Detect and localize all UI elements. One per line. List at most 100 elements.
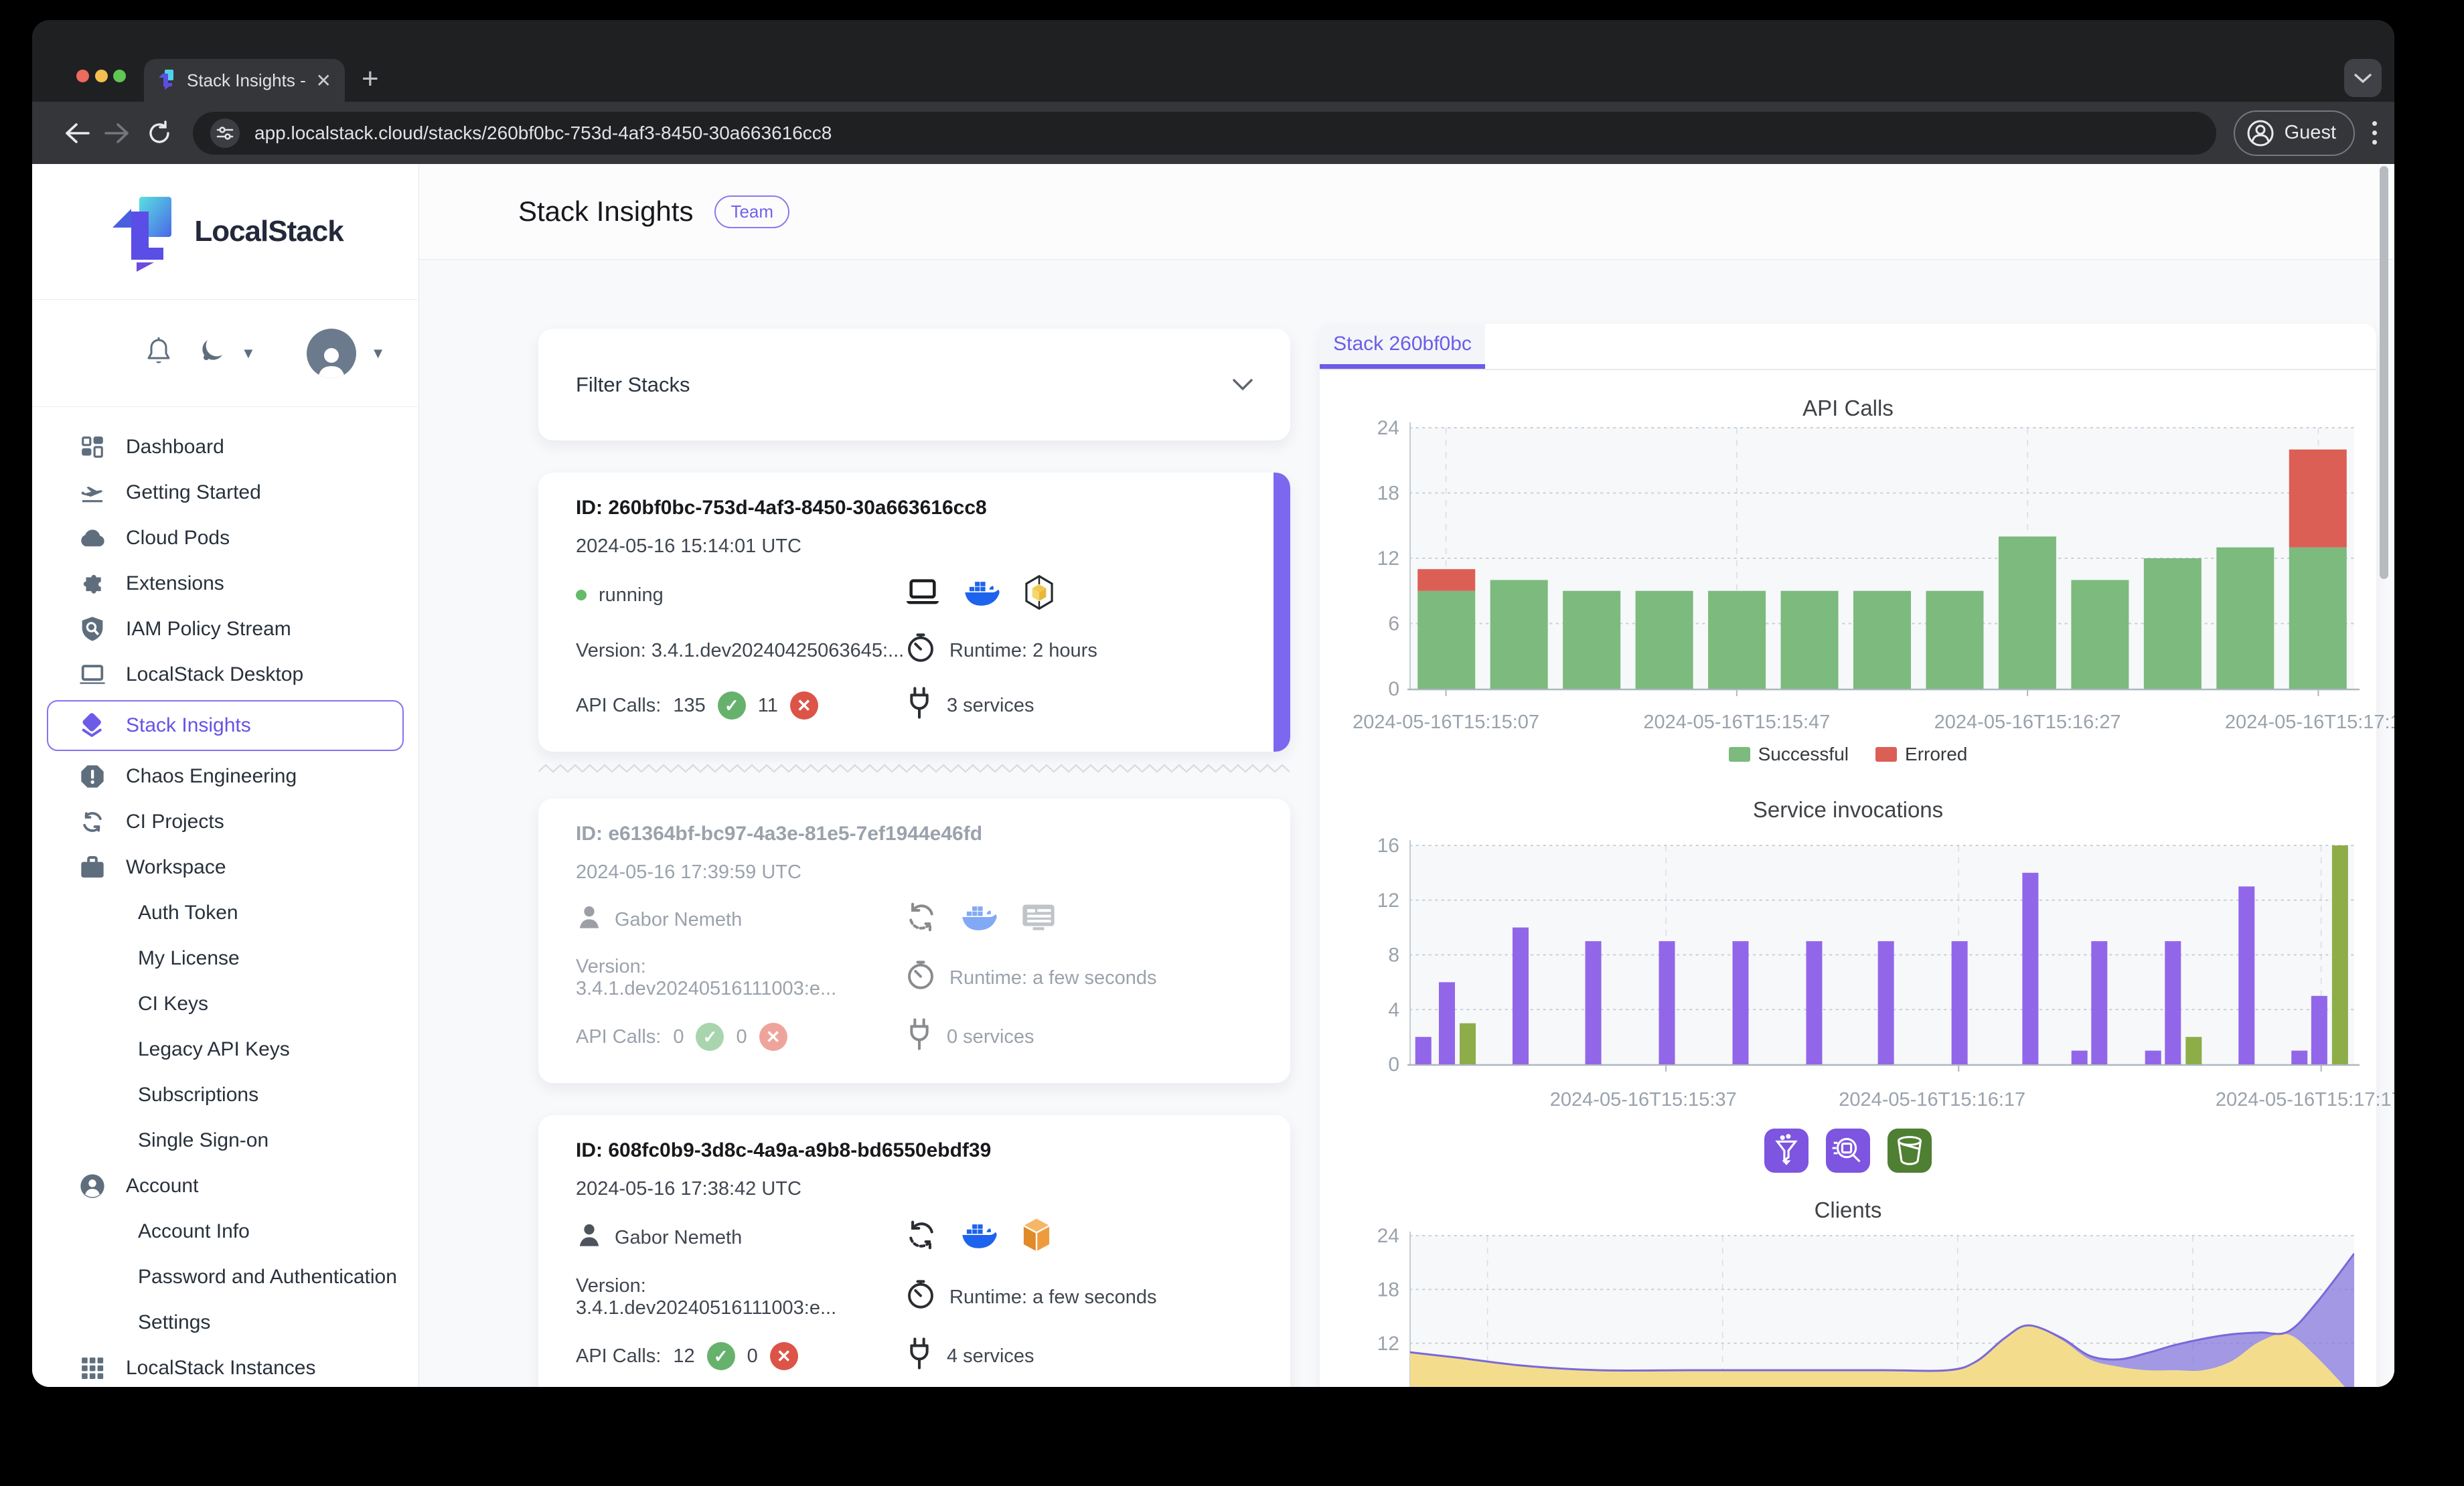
sidebar-item-single-sign-on[interactable]: Single Sign-on [32,1118,418,1163]
sidebar-item-ci-projects[interactable]: CI Projects [32,799,418,845]
status-text: running [599,584,664,606]
sidebar-item-subscriptions[interactable]: Subscriptions [32,1072,418,1118]
stack-timestamp: 2024-05-16 17:38:42 UTC [576,1178,1253,1200]
status-dot [576,590,587,600]
browser-window: Stack Insights - LocalStack ✕ + app.loca… [32,20,2394,1387]
api-error-count: 0 [747,1345,758,1368]
stack-owner: Gabor Nemeth [615,909,742,931]
error-x-icon: ✕ [770,1342,798,1370]
monitor-icon [1020,902,1057,937]
localstack-logo[interactable]: LocalStack [32,164,418,300]
browser-tabstrip: Stack Insights - LocalStack ✕ + [32,20,2394,102]
new-tab-button[interactable]: + [362,64,379,94]
sidebar-item-localstack-desktop[interactable]: LocalStack Desktop [32,652,418,697]
sidebar-item-account[interactable]: Account [32,1163,418,1209]
site-settings-icon[interactable] [210,118,240,148]
selected-stack-indicator [1274,473,1290,752]
refresh-icon [905,901,937,938]
sidebar-item-workspace[interactable]: Workspace [32,845,418,890]
tab-close-icon[interactable]: ✕ [316,70,331,92]
close-window-button[interactable] [76,70,89,82]
stack-type-icons [905,1218,1253,1258]
api-calls-legend: Successful Errored [1320,744,2376,765]
x-axis-labels: 2024-05-16T15:15:372024-05-16T15:16:1720… [1320,1089,2376,1113]
main-body: Filter Stacks ID: 260bf0bc-753d-4af3-845… [419,260,2394,1387]
page-scrollbar[interactable] [2380,166,2388,579]
browser-menu-icon[interactable] [2372,121,2377,145]
plug-icon [905,1337,933,1376]
tab-stack-260bf0bc[interactable]: Stack 260bf0bc [1320,324,1485,369]
timer-icon [905,960,936,996]
theme-caret-icon[interactable]: ▼ [241,345,256,362]
sidebar-item-legacy-api-keys[interactable]: Legacy API Keys [32,1027,418,1072]
svg-text:4: 4 [1388,999,1399,1021]
sidebar-item-password-and-authentication[interactable]: Password and Authentication [32,1254,418,1300]
sidebar-item-chaos-engineering[interactable]: Chaos Engineering [32,754,418,799]
search-service-icon[interactable] [1826,1129,1870,1176]
stacks-column: Filter Stacks ID: 260bf0bc-753d-4af3-845… [538,329,1290,1387]
localstack-favicon [157,68,176,93]
filter-stacks-dropdown[interactable]: Filter Stacks [538,329,1290,440]
sidebar-item-account-info[interactable]: Account Info [32,1209,418,1254]
bucket-service-icon[interactable] [1888,1129,1932,1176]
svg-text:24: 24 [1377,1225,1399,1247]
sidebar-item-iam-policy-stream[interactable]: IAM Policy Stream [32,606,418,652]
stack-card-1[interactable]: ID: e61364bf-bc97-4a3e-81e5-7ef1944e46fd… [538,799,1290,1083]
minimize-window-button[interactable] [95,70,108,82]
sidebar-item-settings[interactable]: Settings [32,1300,418,1345]
grid9-icon [79,1355,106,1382]
user-avatar[interactable] [307,329,356,378]
sidebar-item-localstack-instances[interactable]: LocalStack Instances [32,1345,418,1387]
api-success-count: 0 [673,1026,684,1048]
api-error-count: 0 [736,1026,747,1048]
tab-search-chevron-button[interactable] [2344,59,2382,97]
sidebar-item-extensions[interactable]: Extensions [32,561,418,606]
charts-container: API Calls061218242024-05-16T15:15:072024… [1320,369,2376,1387]
reload-icon[interactable] [142,116,177,151]
sidebar-item-label: Account [126,1175,198,1198]
api-calls-label: API Calls: [576,695,661,717]
docker-icon [963,578,1000,612]
timer-icon [905,633,936,669]
svg-text:24: 24 [1377,418,1399,439]
service-invocations-chart-title: Service invocations [1320,797,2376,823]
sidebar-item-getting-started[interactable]: Getting Started [32,470,418,515]
cube-icon [1020,1218,1053,1258]
funnel-service-icon[interactable] [1764,1129,1808,1176]
notifications-bell-icon[interactable] [145,336,173,370]
sidebar-item-cloud-pods[interactable]: Cloud Pods [32,515,418,561]
sidebar-item-auth-token[interactable]: Auth Token [32,890,418,936]
page-title: Stack Insights [518,195,693,228]
svg-text:6: 6 [1388,613,1399,635]
cloud-icon [79,525,106,552]
sidebar-item-ci-keys[interactable]: CI Keys [32,981,418,1027]
sidebar-item-dashboard[interactable]: Dashboard [32,424,418,470]
stack-card-2[interactable]: ID: 608fc0b9-3d8c-4a9a-a9b8-bd6550ebdf39… [538,1115,1290,1387]
legend-item-errored[interactable]: Errored [1875,744,1967,765]
sidebar-item-label: LocalStack Desktop [126,663,303,686]
stack-timestamp: 2024-05-16 15:14:01 UTC [576,535,1253,558]
back-icon[interactable] [59,116,94,151]
sidebar-item-label: Workspace [126,856,226,879]
stack-card-0[interactable]: ID: 260bf0bc-753d-4af3-8450-30a663616cc8… [538,473,1290,752]
svg-text:0: 0 [1388,678,1399,700]
browser-tab[interactable]: Stack Insights - LocalStack ✕ [144,59,345,102]
zoom-window-button[interactable] [113,70,126,82]
stack-services: 0 services [947,1026,1034,1048]
svg-text:12: 12 [1377,890,1399,912]
sidebar-item-my-license[interactable]: My License [32,936,418,981]
url-bar[interactable]: app.localstack.cloud/stacks/260bf0bc-753… [193,112,2216,155]
legend-item-successful[interactable]: Successful [1729,744,1849,765]
theme-moon-icon[interactable] [197,337,226,369]
sidebar-item-label: Chaos Engineering [126,765,297,788]
sidebar-item-label: Password and Authentication [138,1266,397,1289]
forward-icon[interactable] [100,116,135,151]
guest-profile-button[interactable]: Guest [2234,110,2355,156]
sidebar-item-stack-insights[interactable]: Stack Insights [47,700,404,751]
guest-label: Guest [2285,122,2336,144]
stack-services: 4 services [947,1345,1034,1368]
sidebar-item-label: CI Projects [126,811,224,833]
account-caret-icon[interactable]: ▼ [371,345,386,362]
app-content: LocalStack ▼ ▼ DashboardGetting StartedC… [32,164,2394,1387]
stack-version: Version: 3.4.1.dev20240516111003:e... [576,956,905,1000]
